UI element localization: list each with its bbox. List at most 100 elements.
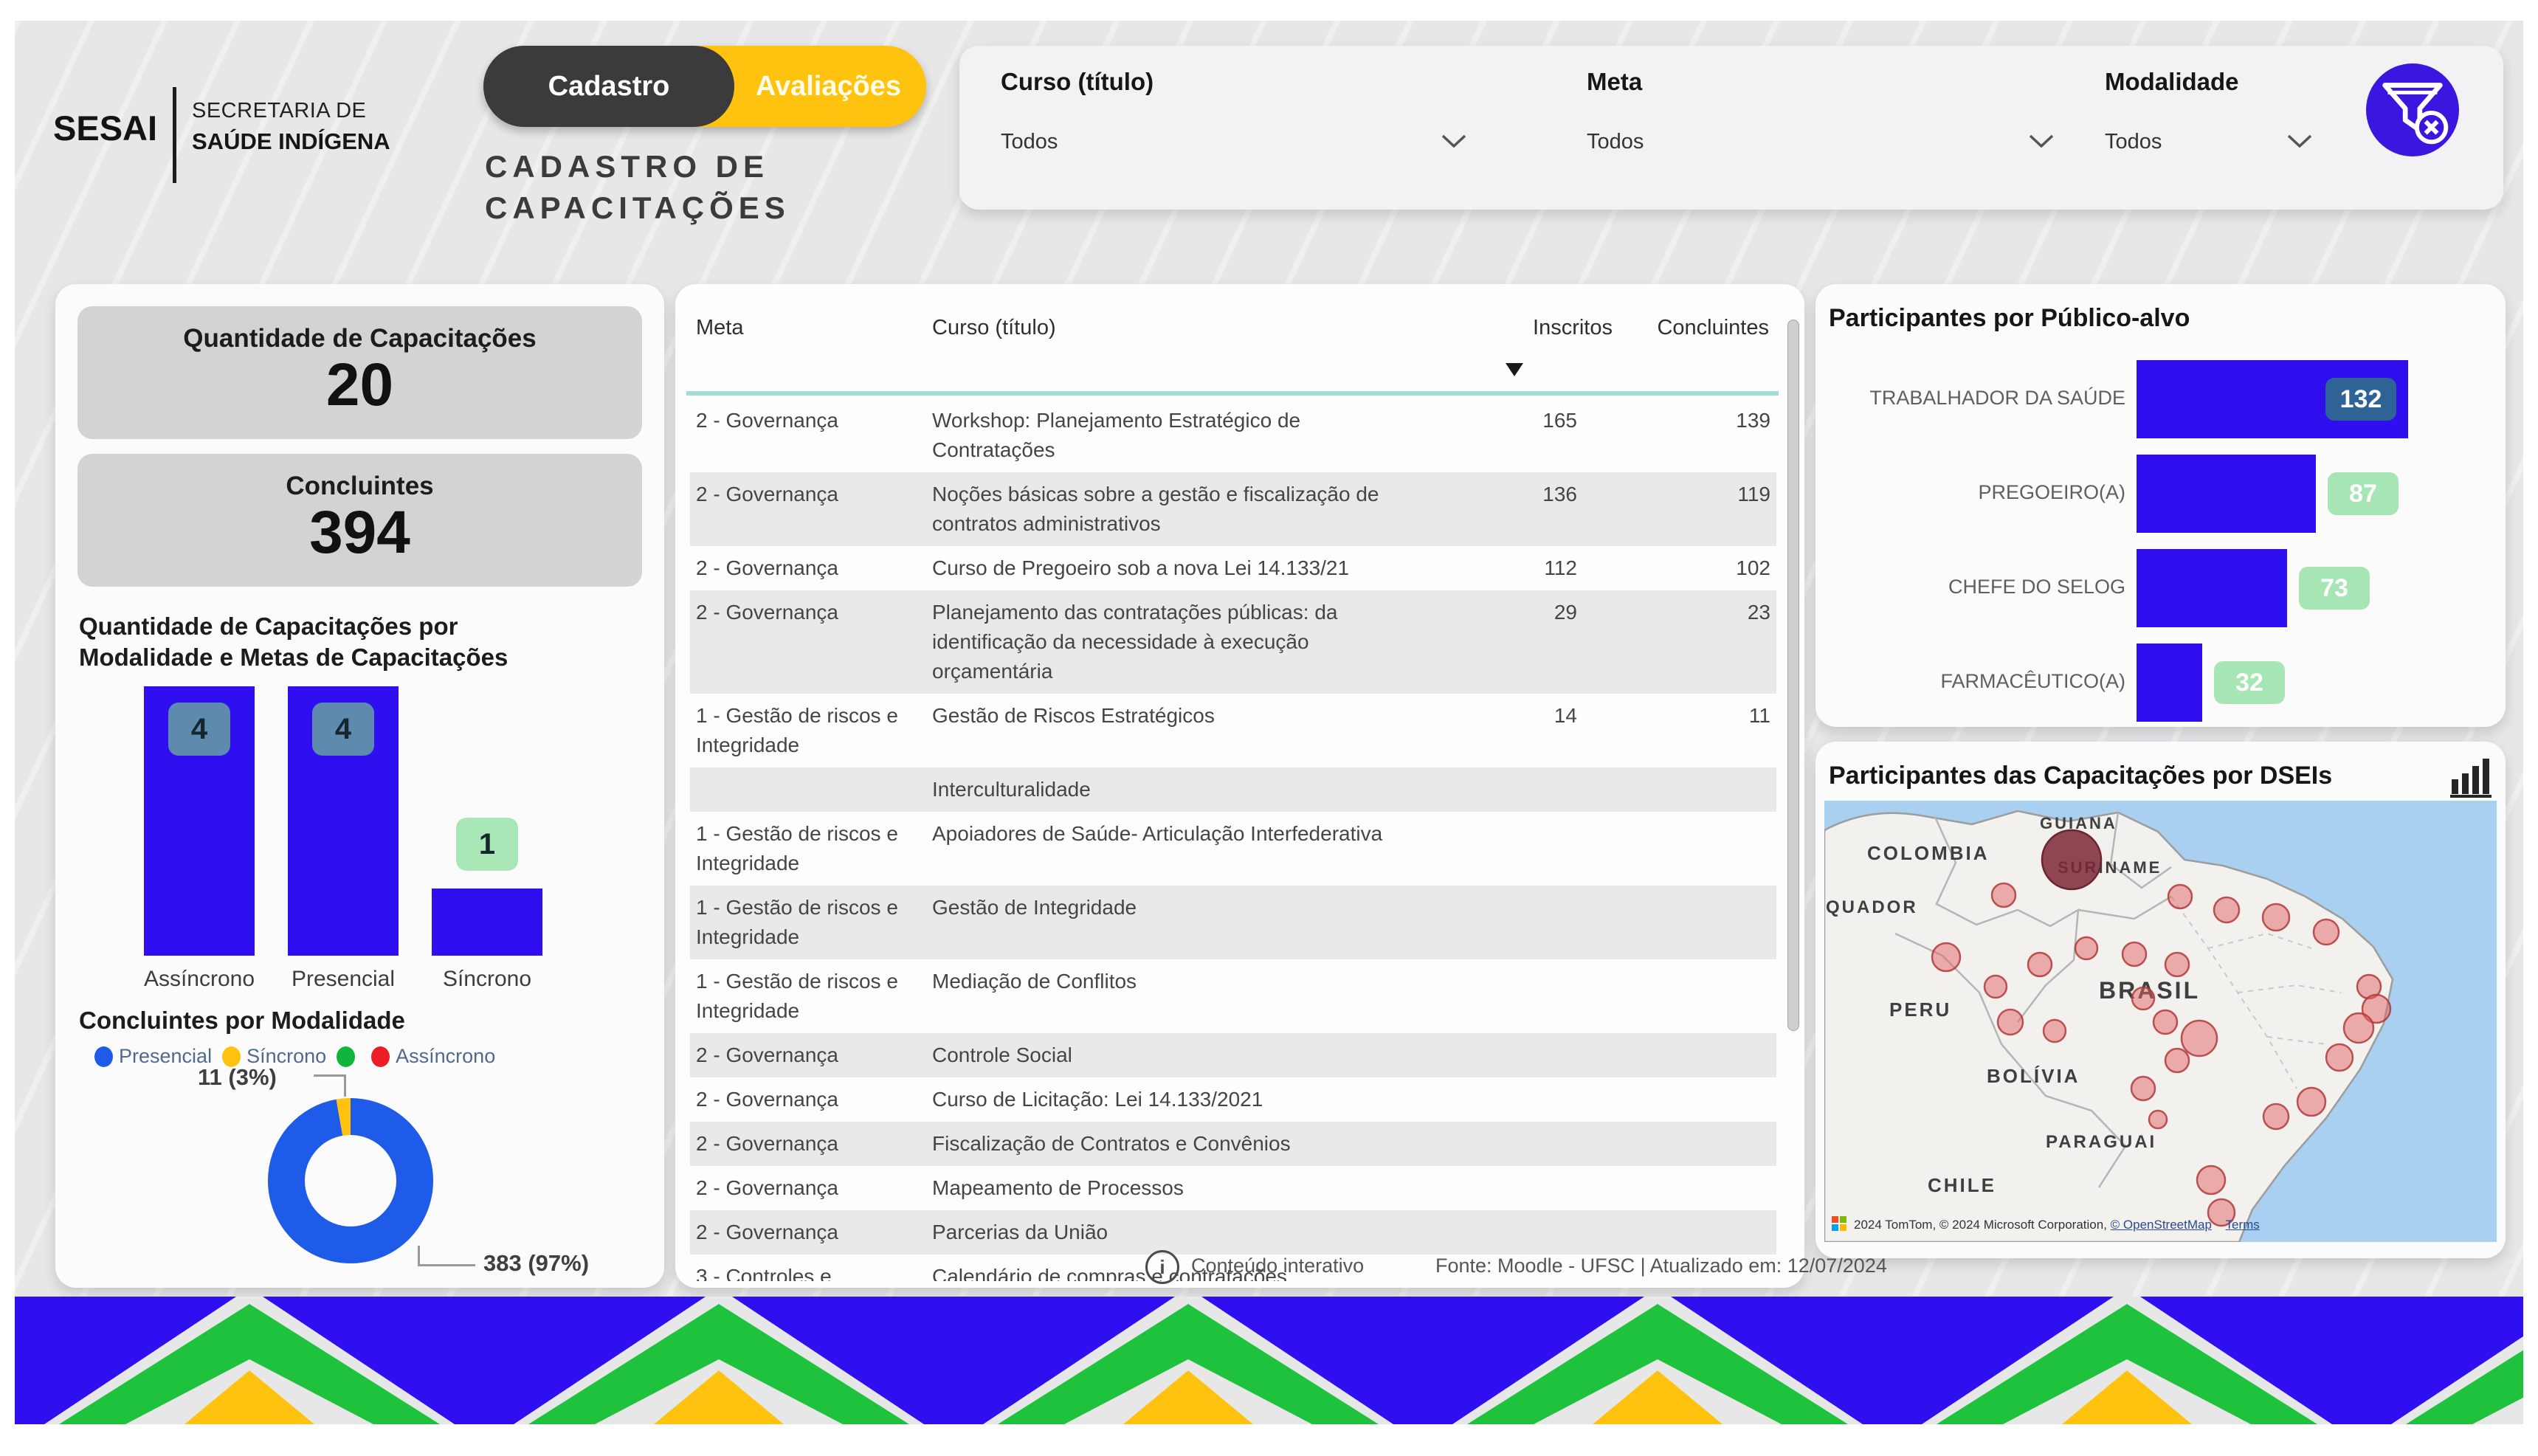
legend-item[interactable]: Presencial xyxy=(94,1045,212,1068)
map-bubble[interactable] xyxy=(2182,1021,2217,1056)
filter-curso-dropdown[interactable]: Todos xyxy=(1001,130,1414,154)
terms-link[interactable]: Terms xyxy=(2226,1218,2260,1232)
column-header-meta[interactable]: Meta xyxy=(696,316,743,340)
map-bubble[interactable] xyxy=(2263,1104,2289,1129)
info-icon[interactable]: i xyxy=(1145,1250,1179,1284)
map-bubble[interactable] xyxy=(2314,920,2339,945)
table-row[interactable]: 2 - Governança Curso de Licitação: Lei 1… xyxy=(690,1077,1776,1122)
cell-meta: 1 - Gestão de riscos e Integridade xyxy=(690,694,926,767)
org-name-line2: SAÚDE INDÍGENA xyxy=(192,128,390,155)
map-bubble[interactable] xyxy=(2042,830,2101,889)
dseis-map[interactable]: COLOMBIAGUIANASURINAMEQUADORPERUBRASILBO… xyxy=(1824,801,2497,1242)
map-bubble[interactable] xyxy=(2028,953,2052,976)
map-bubble[interactable] xyxy=(2075,937,2097,959)
map-bubble[interactable] xyxy=(2123,942,2146,966)
dashboard-root: SESAI SECRETARIA DE SAÚDE INDÍGENA Avali… xyxy=(0,0,2538,1456)
map-bubble[interactable] xyxy=(2297,1088,2325,1116)
table-row[interactable]: 2 - Governança Curso de Pregoeiro sob a … xyxy=(690,546,1776,590)
cell-inscritos: 165 xyxy=(1399,398,1583,472)
cell-concluintes: 102 xyxy=(1583,546,1776,590)
map-country-label: PERU xyxy=(1889,998,1951,1021)
table-row[interactable]: 1 - Gestão de riscos e Integridade Apoia… xyxy=(690,812,1776,886)
tab-avaliacoes[interactable]: Avaliações xyxy=(731,46,926,127)
table-row[interactable]: 2 - Governança Parcerias da União xyxy=(690,1210,1776,1255)
publico-bar-3[interactable] xyxy=(2137,644,2202,722)
table-row[interactable]: 2 - Governança Controle Social xyxy=(690,1033,1776,1077)
modalidade-axis-label-0: Assíncrono xyxy=(129,967,269,992)
map-bubble[interactable] xyxy=(2153,1010,2177,1034)
cell-inscritos xyxy=(1399,1077,1583,1122)
kpi-concluintes-title: Concluintes xyxy=(77,472,642,501)
map-bubble[interactable] xyxy=(2344,1013,2373,1043)
map-bubble[interactable] xyxy=(2168,885,2192,908)
publico-badge-1: 87 xyxy=(2328,472,2399,515)
chevron-down-icon[interactable] xyxy=(2286,133,2313,149)
microsoft-logo xyxy=(1832,1216,1848,1232)
map-bubble[interactable] xyxy=(1998,1010,2023,1035)
cell-meta: 2 - Governança xyxy=(690,1166,926,1210)
map-bubble[interactable] xyxy=(2165,953,2189,976)
map-bubble[interactable] xyxy=(2132,987,2154,1010)
cell-inscritos xyxy=(1399,1166,1583,1210)
filter-modalidade-dropdown[interactable]: Todos xyxy=(2105,130,2282,154)
table-row[interactable]: 2 - Governança Planejamento das contrata… xyxy=(690,590,1776,694)
cell-curso: Curso de Pregoeiro sob a nova Lei 14.133… xyxy=(926,546,1399,590)
map-bubble[interactable] xyxy=(2263,904,2289,931)
clear-filters-button[interactable] xyxy=(2366,63,2459,156)
cell-curso: Planejamento das contratações públicas: … xyxy=(926,590,1399,694)
chevron-down-icon[interactable] xyxy=(1441,133,1467,149)
donut-callout-large: 383 (97%) xyxy=(483,1250,589,1277)
table-body: 2 - Governança Workshop: Planejamento Es… xyxy=(690,398,1776,1281)
map-bubble[interactable] xyxy=(1932,943,1960,971)
dseis-panel-title: Participantes das Capacitações por DSEIs xyxy=(1829,762,2332,790)
modalidade-bar-2[interactable] xyxy=(432,889,542,956)
cell-inscritos: 14 xyxy=(1399,694,1583,767)
map-bubble[interactable] xyxy=(1984,976,2007,998)
map-bubble[interactable] xyxy=(2326,1044,2353,1071)
kpi-capacitacoes-value: 20 xyxy=(77,353,642,417)
legend-item[interactable] xyxy=(337,1046,361,1067)
table-row[interactable]: 2 - Governança Fiscalização de Contratos… xyxy=(690,1122,1776,1166)
donut-chart[interactable] xyxy=(257,1087,444,1274)
map-bubble[interactable] xyxy=(2149,1111,2167,1128)
header-divider xyxy=(686,391,1779,396)
cell-concluintes: 11 xyxy=(1583,694,1776,767)
modalidade-chart-title-line1: Quantidade de Capacitações por xyxy=(79,611,458,641)
sort-desc-icon[interactable] xyxy=(1506,363,1523,376)
table-scrollbar[interactable] xyxy=(1787,320,1799,1031)
map-bubble[interactable] xyxy=(2165,1049,2189,1072)
table-row[interactable]: 1 - Gestão de riscos e Integridade Gestã… xyxy=(690,886,1776,959)
publico-panel-title: Participantes por Público-alvo xyxy=(1829,304,2190,333)
column-header-concluintes[interactable]: Concluintes xyxy=(1583,316,1769,340)
map-bubble[interactable] xyxy=(2214,897,2239,922)
map-bubble[interactable] xyxy=(2131,1077,2155,1100)
cell-meta: 1 - Gestão de riscos e Integridade xyxy=(690,886,926,959)
footer-interactive-note: Conteúdo interativo xyxy=(1191,1255,1364,1277)
donut-slice-presencial[interactable] xyxy=(286,1117,415,1245)
filter-curso-label: Curso (título) xyxy=(1001,68,1154,96)
column-header-curso[interactable]: Curso (título) xyxy=(932,316,1056,340)
publico-bar-2[interactable] xyxy=(2137,549,2287,627)
table-row[interactable]: 2 - Governança Mapeamento de Processos xyxy=(690,1166,1776,1210)
map-bubble[interactable] xyxy=(2197,1166,2225,1194)
legend-item[interactable]: Assíncrono xyxy=(371,1045,495,1068)
map-attribution: 2024 TomTom, © 2024 Microsoft Corporatio… xyxy=(1854,1218,2260,1232)
bar-chart-icon[interactable] xyxy=(2449,754,2496,798)
cell-meta: 2 - Governança xyxy=(690,472,926,546)
cell-meta: 2 - Governança xyxy=(690,546,926,590)
filter-meta-dropdown[interactable]: Todos xyxy=(1587,130,2000,154)
table-row[interactable]: Interculturalidade xyxy=(690,767,1776,812)
map-bubble[interactable] xyxy=(1992,883,2015,907)
table-row[interactable]: 1 - Gestão de riscos e Integridade Media… xyxy=(690,959,1776,1033)
map-bubble[interactable] xyxy=(2044,1020,2066,1042)
cell-inscritos xyxy=(1399,1210,1583,1255)
chevron-down-icon[interactable] xyxy=(2028,133,2055,149)
osm-link[interactable]: © OpenStreetMap xyxy=(2111,1218,2212,1232)
table-row[interactable]: 2 - Governança Workshop: Planejamento Es… xyxy=(690,398,1776,472)
modalidade-axis-label-1: Presencial xyxy=(273,967,413,992)
publico-bar-1[interactable] xyxy=(2137,455,2316,533)
cell-meta: 2 - Governança xyxy=(690,1122,926,1166)
table-row[interactable]: 2 - Governança Noções básicas sobre a ge… xyxy=(690,472,1776,546)
tab-cadastro[interactable]: Cadastro xyxy=(483,46,734,127)
table-row[interactable]: 1 - Gestão de riscos e Integridade Gestã… xyxy=(690,694,1776,767)
